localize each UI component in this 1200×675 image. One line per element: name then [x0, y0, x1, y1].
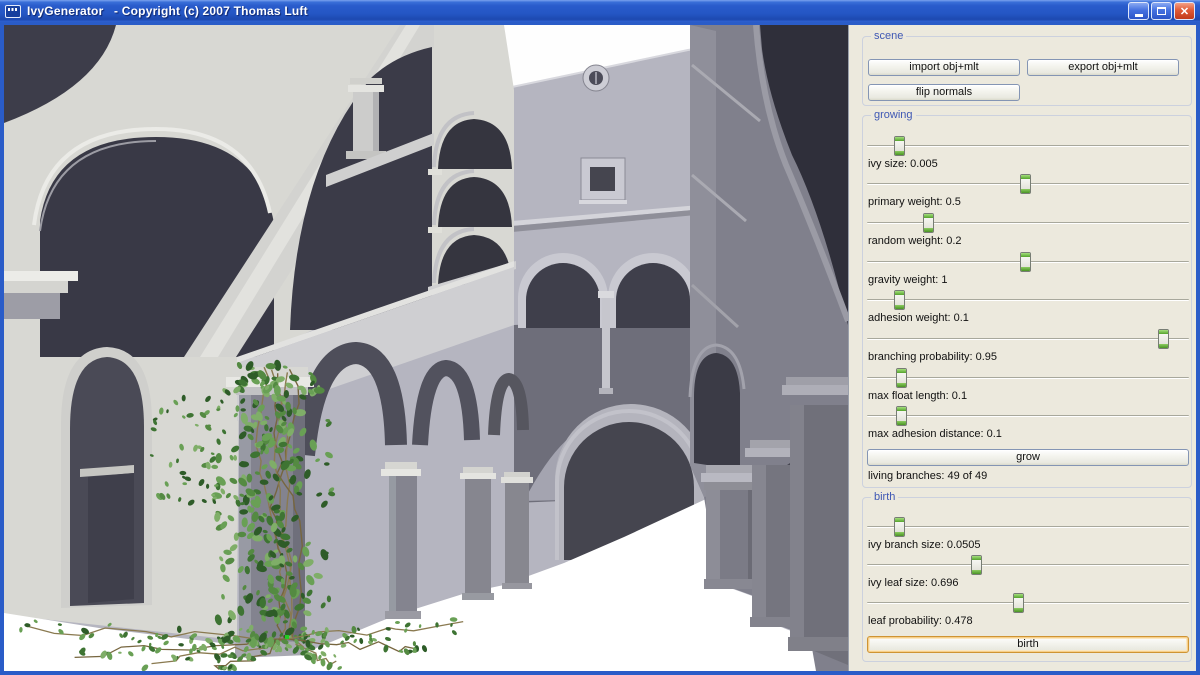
export-obj-button[interactable]: export obj+mlt	[1027, 59, 1179, 76]
slider-thumb[interactable]	[1013, 593, 1024, 613]
slider-thumb[interactable]	[971, 555, 982, 575]
slider-thumb[interactable]	[1158, 329, 1169, 349]
slider-label: primary weight: 0.5	[868, 196, 961, 208]
slider-label: gravity weight: 1	[868, 274, 947, 286]
slider-thumb[interactable]	[896, 406, 907, 426]
slider-random-weight[interactable]: random weight: 0.2	[867, 213, 1189, 249]
group-scene: scene import obj+mlt export obj+mlt flip…	[862, 36, 1192, 106]
slider-track[interactable]	[867, 415, 1189, 417]
slider-thumb[interactable]	[1020, 174, 1031, 194]
grow-button[interactable]: grow	[867, 449, 1189, 466]
flip-normals-button[interactable]: flip normals	[868, 84, 1020, 101]
slider-label: ivy leaf size: 0.696	[868, 577, 959, 589]
window-title: IvyGenerator - Copyright (c) 2007 Thomas…	[27, 4, 308, 18]
maximize-icon	[1157, 7, 1166, 15]
slider-thumb[interactable]	[894, 136, 905, 156]
group-growing: growing ivy size: 0.005 primary weight: …	[862, 115, 1192, 488]
slider-track[interactable]	[867, 145, 1189, 147]
right-building	[690, 25, 848, 671]
slider-ivy-size[interactable]: ivy size: 0.005	[867, 136, 1189, 172]
app-window: IvyGenerator - Copyright (c) 2007 Thomas…	[0, 0, 1200, 675]
slider-label: ivy size: 0.005	[868, 158, 938, 170]
close-icon: ✕	[1180, 5, 1189, 18]
slider-thumb[interactable]	[894, 517, 905, 537]
birth-button[interactable]: birth	[867, 636, 1189, 653]
titlebar[interactable]: IvyGenerator - Copyright (c) 2007 Thomas…	[0, 0, 1200, 22]
slider-primary-weight[interactable]: primary weight: 0.5	[867, 174, 1189, 210]
slider-label: branching probability: 0.95	[868, 351, 997, 363]
group-birth-label: birth	[871, 491, 898, 504]
slider-thumb[interactable]	[923, 213, 934, 233]
viewport-3d[interactable]	[4, 25, 848, 671]
ivy-root-marker	[285, 635, 289, 639]
slider-track[interactable]	[867, 526, 1189, 528]
slider-track[interactable]	[867, 338, 1189, 340]
minimize-icon	[1135, 14, 1143, 17]
group-growing-label: growing	[871, 109, 916, 122]
living-branches-status: living branches: 49 of 49	[868, 470, 987, 482]
client-area: scene import obj+mlt export obj+mlt flip…	[0, 22, 1200, 675]
slider-gravity-weight[interactable]: gravity weight: 1	[867, 252, 1189, 288]
slider-label: leaf probability: 0.478	[868, 615, 973, 627]
slider-label: max adhesion distance: 0.1	[868, 428, 1002, 440]
slider-ivy-leaf-size[interactable]: ivy leaf size: 0.696	[867, 555, 1189, 591]
window-controls: ✕	[1128, 2, 1195, 20]
control-panel: scene import obj+mlt export obj+mlt flip…	[848, 25, 1192, 671]
slider-track[interactable]	[867, 377, 1189, 379]
slider-ivy-branch-size[interactable]: ivy branch size: 0.0505	[867, 517, 1189, 553]
maximize-button[interactable]	[1151, 2, 1172, 20]
slider-adhesion-weight[interactable]: adhesion weight: 0.1	[867, 290, 1189, 326]
import-obj-button[interactable]: import obj+mlt	[868, 59, 1020, 76]
slider-max-float-length[interactable]: max float length: 0.1	[867, 368, 1189, 404]
slider-track[interactable]	[867, 222, 1189, 224]
scene-render	[4, 25, 848, 671]
slider-track[interactable]	[867, 564, 1189, 566]
slider-thumb[interactable]	[896, 368, 907, 388]
slider-track[interactable]	[867, 602, 1189, 604]
app-icon	[5, 5, 21, 18]
slider-track[interactable]	[867, 299, 1189, 301]
slider-thumb[interactable]	[1020, 252, 1031, 272]
doorway	[61, 347, 152, 608]
slider-label: adhesion weight: 0.1	[868, 312, 969, 324]
group-birth: birth ivy branch size: 0.0505 ivy leaf s…	[862, 497, 1192, 662]
group-scene-label: scene	[871, 30, 906, 43]
slider-branching-probability[interactable]: branching probability: 0.95	[867, 329, 1189, 365]
slider-label: ivy branch size: 0.0505	[868, 539, 981, 551]
minimize-button[interactable]	[1128, 2, 1149, 20]
slider-leaf-probability[interactable]: leaf probability: 0.478	[867, 593, 1189, 629]
slider-label: max float length: 0.1	[868, 390, 967, 402]
slider-max-adhesion-distance[interactable]: max adhesion distance: 0.1	[867, 406, 1189, 442]
close-button[interactable]: ✕	[1174, 2, 1195, 20]
slider-label: random weight: 0.2	[868, 235, 962, 247]
slider-thumb[interactable]	[894, 290, 905, 310]
